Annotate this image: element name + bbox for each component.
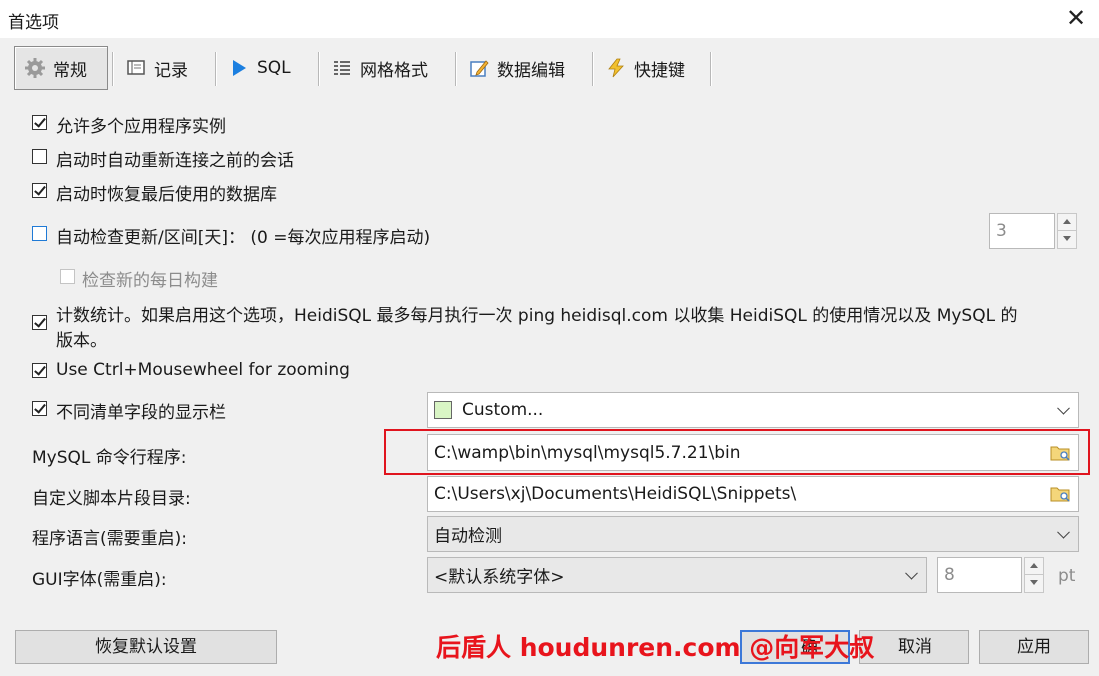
gui-font-label: GUI字体(需重启): — [32, 570, 167, 590]
multi-instance-checkbox[interactable] — [32, 115, 47, 130]
log-icon — [126, 58, 146, 78]
snippets-path-input[interactable]: C:\Users\xj\Documents\HeidiSQL\Snippets\ — [427, 476, 1079, 512]
tab-log[interactable]: 记录 — [116, 46, 212, 90]
chevron-down-icon — [905, 566, 918, 580]
font-unit-label: pt — [1058, 566, 1076, 586]
stats-checkbox[interactable] — [32, 315, 47, 330]
field-color-value: Custom... — [462, 400, 544, 420]
folder-browse-icon[interactable] — [1050, 485, 1072, 502]
field-colors-label: 不同清单字段的显示栏 — [56, 403, 226, 423]
tab-label: SQL — [257, 58, 291, 78]
tab-toolbar: 常规 记录 SQL 网格格式 数据编辑 快捷键 — [12, 46, 712, 92]
tab-general[interactable]: 常规 — [14, 46, 108, 90]
font-size-value: 8 — [944, 565, 955, 585]
daily-build-label: 检查新的每日构建 — [82, 271, 218, 291]
watermark-text: 后盾人 houdunren.com @向军大叔 — [436, 633, 875, 662]
gui-font-select[interactable]: <默认系统字体> — [427, 557, 927, 593]
multi-instance-label: 允许多个应用程序实例 — [56, 117, 226, 137]
apply-button[interactable]: 应用 — [979, 630, 1089, 664]
reconnect-checkbox[interactable] — [32, 149, 47, 164]
font-size-spinner[interactable] — [1024, 557, 1044, 593]
stats-label-line2: 版本。 — [56, 331, 107, 351]
language-value: 自动检测 — [434, 526, 502, 547]
tab-data-edit[interactable]: 数据编辑 — [459, 46, 589, 90]
reconnect-label: 启动时自动重新连接之前的会话 — [56, 151, 294, 171]
tab-shortcuts[interactable]: 快捷键 — [596, 46, 708, 90]
tab-label: 数据编辑 — [497, 60, 565, 81]
font-size-input[interactable]: 8 — [937, 557, 1022, 593]
tab-sql[interactable]: SQL — [219, 46, 315, 90]
grid-icon — [332, 58, 352, 78]
tab-label: 常规 — [53, 60, 87, 81]
color-swatch — [434, 401, 452, 419]
stats-label-line1: 计数统计。如果启用这个选项，HeidiSQL 最多每月执行一次 ping hei… — [56, 306, 1018, 326]
chevron-down-icon — [1057, 401, 1070, 415]
restore-defaults-button[interactable]: 恢复默认设置 — [15, 630, 277, 664]
tab-label: 记录 — [154, 60, 188, 81]
update-interval-value: 3 — [996, 221, 1007, 241]
window-title: 首选项 — [8, 13, 59, 33]
auto-update-label: 自动检查更新/区间[天]： (0 =每次应用程序启动) — [56, 228, 431, 248]
tab-label: 快捷键 — [634, 60, 685, 81]
field-color-select[interactable]: Custom... — [427, 392, 1079, 428]
gear-icon — [25, 58, 45, 78]
language-select[interactable]: 自动检测 — [427, 516, 1079, 552]
daily-build-checkbox[interactable] — [60, 269, 75, 284]
restore-db-label: 启动时恢复最后使用的数据库 — [56, 185, 277, 205]
mysql-label: MySQL 命令行程序: — [32, 448, 187, 468]
update-interval-spinner[interactable] — [1057, 213, 1077, 249]
cancel-button[interactable]: 取消 — [859, 630, 969, 664]
play-icon — [229, 58, 249, 78]
title-bar — [0, 0, 1099, 38]
restore-db-checkbox[interactable] — [32, 183, 47, 198]
tab-grid-format[interactable]: 网格格式 — [322, 46, 452, 90]
language-label: 程序语言(需要重启): — [32, 529, 187, 549]
gui-font-value: <默认系统字体> — [434, 567, 565, 588]
edit-icon — [469, 58, 489, 78]
close-icon[interactable]: ✕ — [1062, 4, 1090, 32]
highlight-box — [384, 429, 1090, 475]
ctrl-wheel-label: Use Ctrl+Mousewheel for zooming — [56, 360, 350, 380]
snippets-label: 自定义脚本片段目录: — [32, 489, 191, 509]
tab-label: 网格格式 — [360, 60, 428, 81]
snippets-path-value: C:\Users\xj\Documents\HeidiSQL\Snippets\ — [434, 484, 797, 504]
update-interval-input[interactable]: 3 — [989, 213, 1055, 249]
field-colors-checkbox[interactable] — [32, 401, 47, 416]
chevron-down-icon — [1057, 525, 1070, 539]
ctrl-wheel-checkbox[interactable] — [32, 363, 47, 378]
auto-update-checkbox[interactable] — [32, 226, 47, 241]
lightning-icon — [606, 58, 626, 78]
